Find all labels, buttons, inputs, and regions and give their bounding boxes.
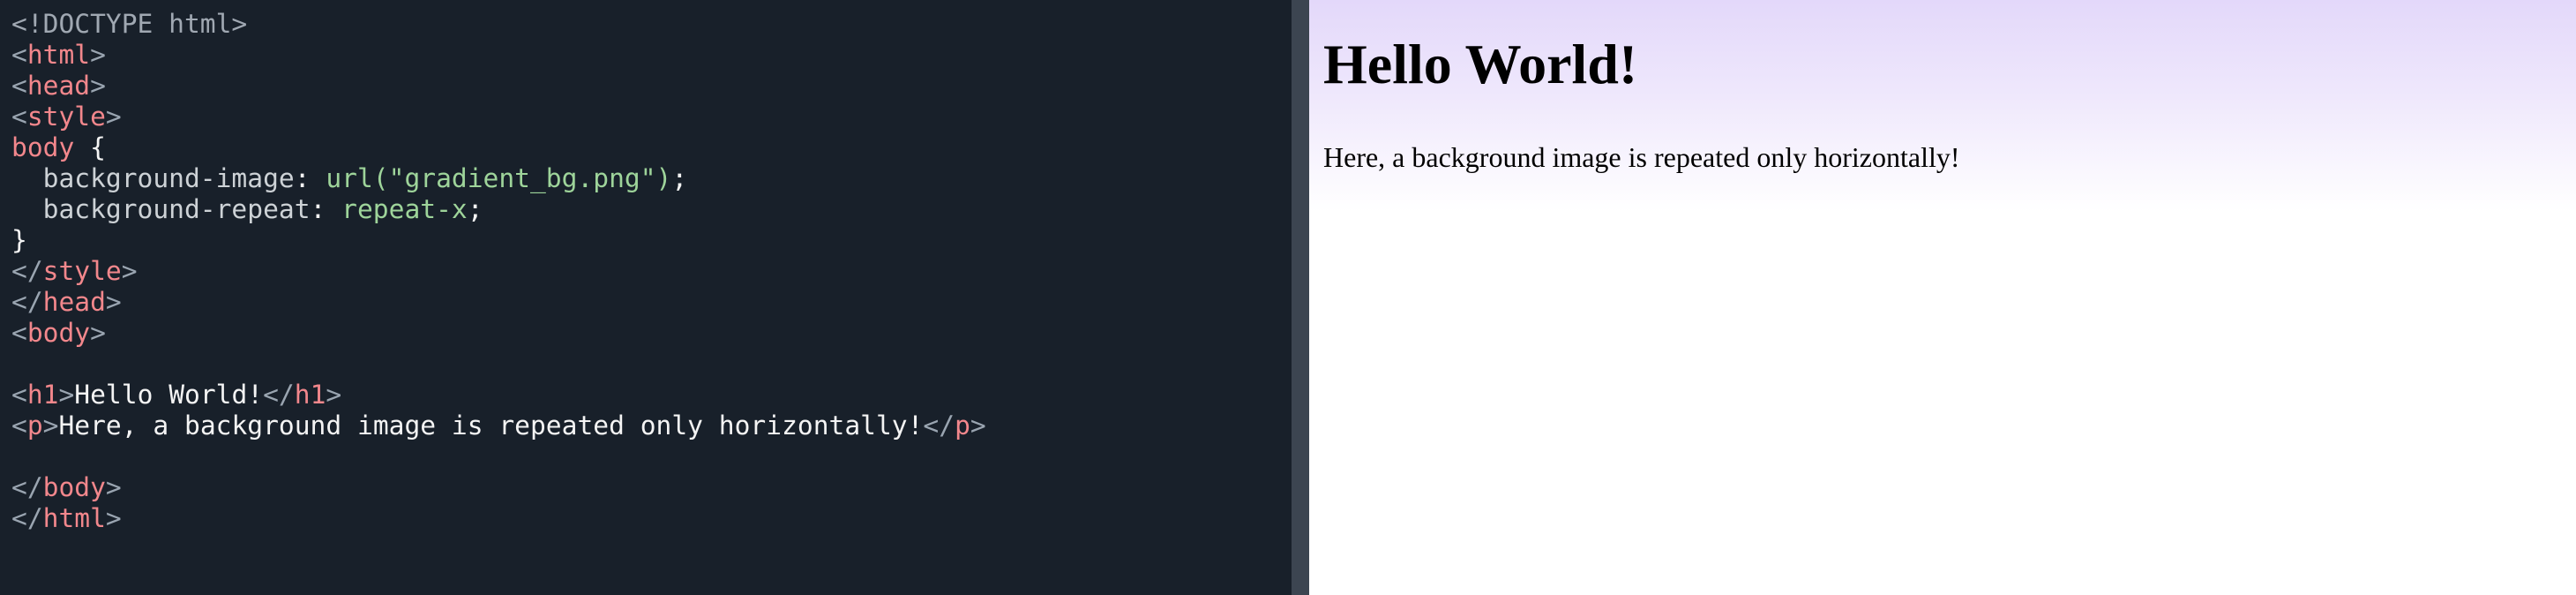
bracket-token: < [11,102,27,132]
code-line: </html> [11,503,1292,534]
bracket-token: </ [923,410,955,441]
bracket-token: > [105,472,122,502]
code-line: body { [11,132,1292,163]
selector-token: body [11,132,75,162]
code-line: <style> [11,102,1292,132]
colon-token: : [294,163,326,193]
tag-token: head [26,71,91,101]
value-token: repeat-x [341,194,468,224]
bracket-token: > [105,287,122,317]
bracket-token: > [42,410,59,441]
code-line: <!DOCTYPE html> [11,9,1292,40]
value-token: url("gradient_bg.png") [326,163,672,193]
code-line: <h1>Hello World!</h1> [11,380,1292,410]
bracket-token: < [11,318,27,348]
code-line-empty [11,441,1292,472]
tag-token: head [42,287,106,317]
preview-paragraph: Here, a background image is repeated onl… [1323,141,1960,173]
bracket-token: > [90,40,106,70]
tag-token: body [26,318,91,348]
property-token: background-image [11,163,295,193]
tag-token: p [26,410,43,441]
code-line: } [11,225,1292,256]
doctype-token: <!DOCTYPE html> [11,9,248,39]
tag-token: p [955,410,970,441]
bracket-token: > [121,256,138,286]
result-preview: Hello World! Here, a background image is… [1309,0,2576,595]
preview-heading: Hello World! [1323,33,1638,95]
code-line: </head> [11,287,1292,318]
code-editor[interactable]: <!DOCTYPE html> <html> <head> <style> body {… [0,0,1292,595]
tag-token: html [42,503,106,533]
pane-resize-handle[interactable] [1292,0,1309,595]
brace-token: { [74,132,106,162]
bracket-token: < [11,410,27,441]
bracket-token: > [58,380,75,410]
bracket-token: </ [263,380,295,410]
code-line: <html> [11,40,1292,71]
code-line: </style> [11,256,1292,287]
bracket-token: < [11,71,27,101]
code-line: </body> [11,472,1292,503]
code-line: background-image: url("gradient_bg.png")… [11,163,1292,194]
tryit-editor-app: <!DOCTYPE html> <html> <head> <style> body {… [0,0,2576,595]
property-token: background-repeat [11,194,311,224]
semicolon-token: ; [671,163,688,193]
code-line: background-repeat: repeat-x; [11,194,1292,225]
bracket-token: > [105,102,122,132]
tag-token: style [42,256,122,286]
bracket-token: > [970,410,986,441]
code-line-empty [11,349,1292,380]
bracket-token: </ [11,287,43,317]
text-token: Here, a background image is repeated onl… [58,410,924,441]
tag-token: h1 [26,380,59,410]
bracket-token: < [11,380,27,410]
text-token: Hello World! [74,380,264,410]
bracket-token: > [90,318,106,348]
brace-token: } [11,225,27,255]
colon-token: : [310,194,342,224]
bracket-token: </ [11,472,43,502]
tag-token: html [26,40,91,70]
bracket-token: </ [11,503,43,533]
tag-token: style [26,102,106,132]
bracket-token: < [11,40,27,70]
code-line: <p>Here, a background image is repeated … [11,410,1292,441]
tag-token: h1 [294,380,326,410]
bracket-token: > [90,71,106,101]
bracket-token: > [105,503,122,533]
bracket-token: > [326,380,342,410]
semicolon-token: ; [467,194,483,224]
code-line: <body> [11,318,1292,349]
bracket-token: </ [11,256,43,286]
code-line: <head> [11,71,1292,102]
tag-token: body [42,472,106,502]
